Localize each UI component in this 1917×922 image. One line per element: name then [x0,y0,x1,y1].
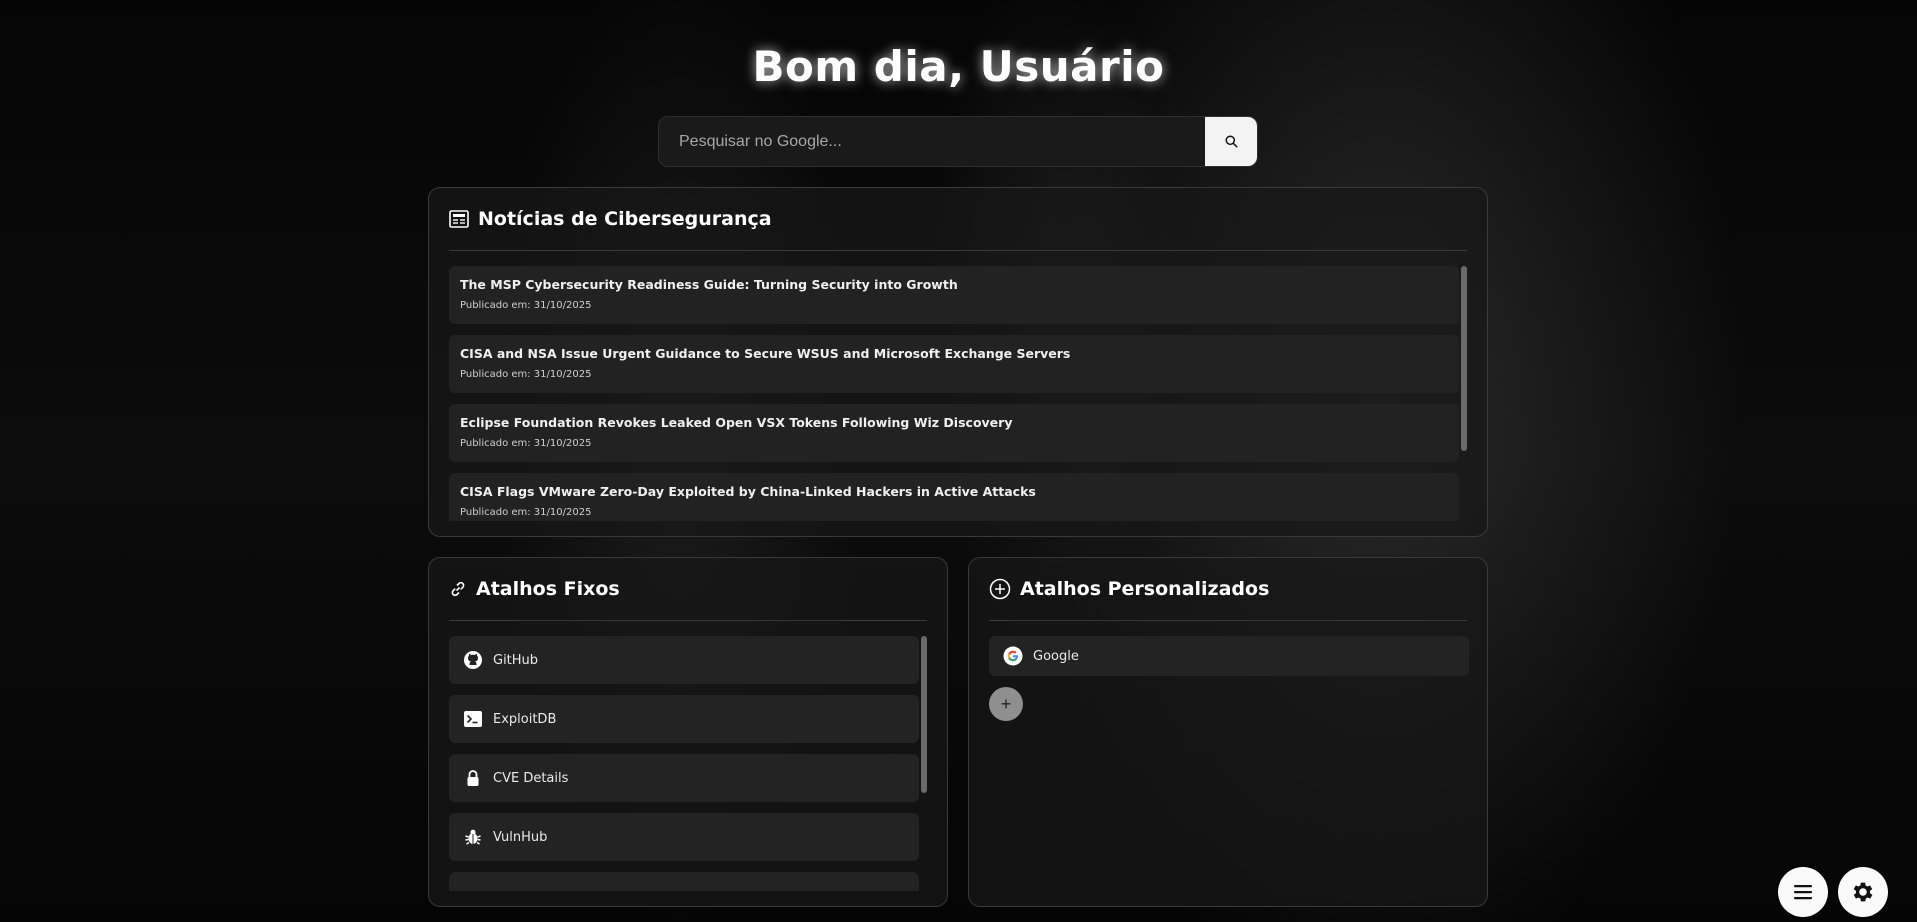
search-icon [1224,135,1238,148]
news-header: Notícias de Cibersegurança [449,188,1467,251]
fixed-shortcuts-panel: Atalhos Fixos GitHub ExploitDB CVE Detai… [428,557,948,907]
shortcut-google[interactable]: Google [989,636,1469,676]
news-item[interactable]: CISA and NSA Issue Urgent Guidance to Se… [449,335,1459,393]
news-item[interactable]: The MSP Cybersecurity Readiness Guide: T… [449,266,1459,324]
shortcut-label: Google [1033,648,1079,664]
news-item-title[interactable]: CISA Flags VMware Zero-Day Exploited by … [460,484,1448,499]
bug-icon [463,827,483,847]
github-icon [463,650,483,670]
search-input[interactable] [659,117,1205,166]
gear-icon [1850,879,1876,905]
news-item-date: Publicado em: 31/10/2025 [460,369,592,380]
shortcut-label: GitHub [493,652,539,668]
terminal-icon [463,710,483,728]
shortcut-github[interactable]: GitHub [449,636,919,684]
news-list[interactable]: The MSP Cybersecurity Readiness Guide: T… [449,266,1459,521]
custom-shortcuts-header: Atalhos Personalizados [989,558,1467,621]
shortcut-label: CVE Details [493,770,569,786]
shortcut-partial[interactable] [449,872,919,891]
lock-icon [463,768,483,788]
shortcut-cve-details[interactable]: CVE Details [449,754,919,802]
shortcut-label: VulnHub [493,829,548,845]
fixed-shortcuts-title: Atalhos Fixos [476,578,620,600]
greeting-title: Bom dia, Usuário [752,42,1165,91]
custom-shortcuts-title: Atalhos Personalizados [1020,578,1270,600]
news-scrollbar[interactable] [1461,266,1467,451]
news-item-date: Publicado em: 31/10/2025 [460,507,592,518]
news-item-date: Publicado em: 31/10/2025 [460,438,592,449]
fixed-shortcuts-header: Atalhos Fixos [449,558,927,621]
menu-button[interactable] [1778,867,1828,917]
shortcut-label: ExploitDB [493,711,557,727]
fixed-shortcuts-list[interactable]: GitHub ExploitDB CVE Details VulnHub [449,636,919,891]
shortcut-exploitdb[interactable]: ExploitDB [449,695,919,743]
plus-circle-icon [989,578,1011,600]
news-item-date: Publicado em: 31/10/2025 [460,300,592,311]
newspaper-icon [449,210,469,228]
news-title: Notícias de Cibersegurança [478,208,772,230]
fixed-shortcuts-scrollbar[interactable] [921,636,927,793]
custom-shortcuts-panel: Atalhos Personalizados Google + [968,557,1488,907]
add-shortcut-button[interactable]: + [989,687,1023,721]
news-item-title[interactable]: CISA and NSA Issue Urgent Guidance to Se… [460,346,1448,361]
settings-button[interactable] [1838,867,1888,917]
google-icon [1003,646,1023,666]
link-icon [449,580,467,598]
shortcut-vulnhub[interactable]: VulnHub [449,813,919,861]
search-button[interactable] [1205,117,1257,166]
news-panel: Notícias de Cibersegurança The MSP Cyber… [428,187,1488,537]
news-item-title[interactable]: Eclipse Foundation Revokes Leaked Open V… [460,415,1448,430]
news-item-title[interactable]: The MSP Cybersecurity Readiness Guide: T… [460,277,1448,292]
news-item[interactable]: Eclipse Foundation Revokes Leaked Open V… [449,404,1459,462]
menu-icon [1793,884,1813,900]
search-bar [658,116,1258,167]
news-item[interactable]: CISA Flags VMware Zero-Day Exploited by … [449,473,1459,521]
